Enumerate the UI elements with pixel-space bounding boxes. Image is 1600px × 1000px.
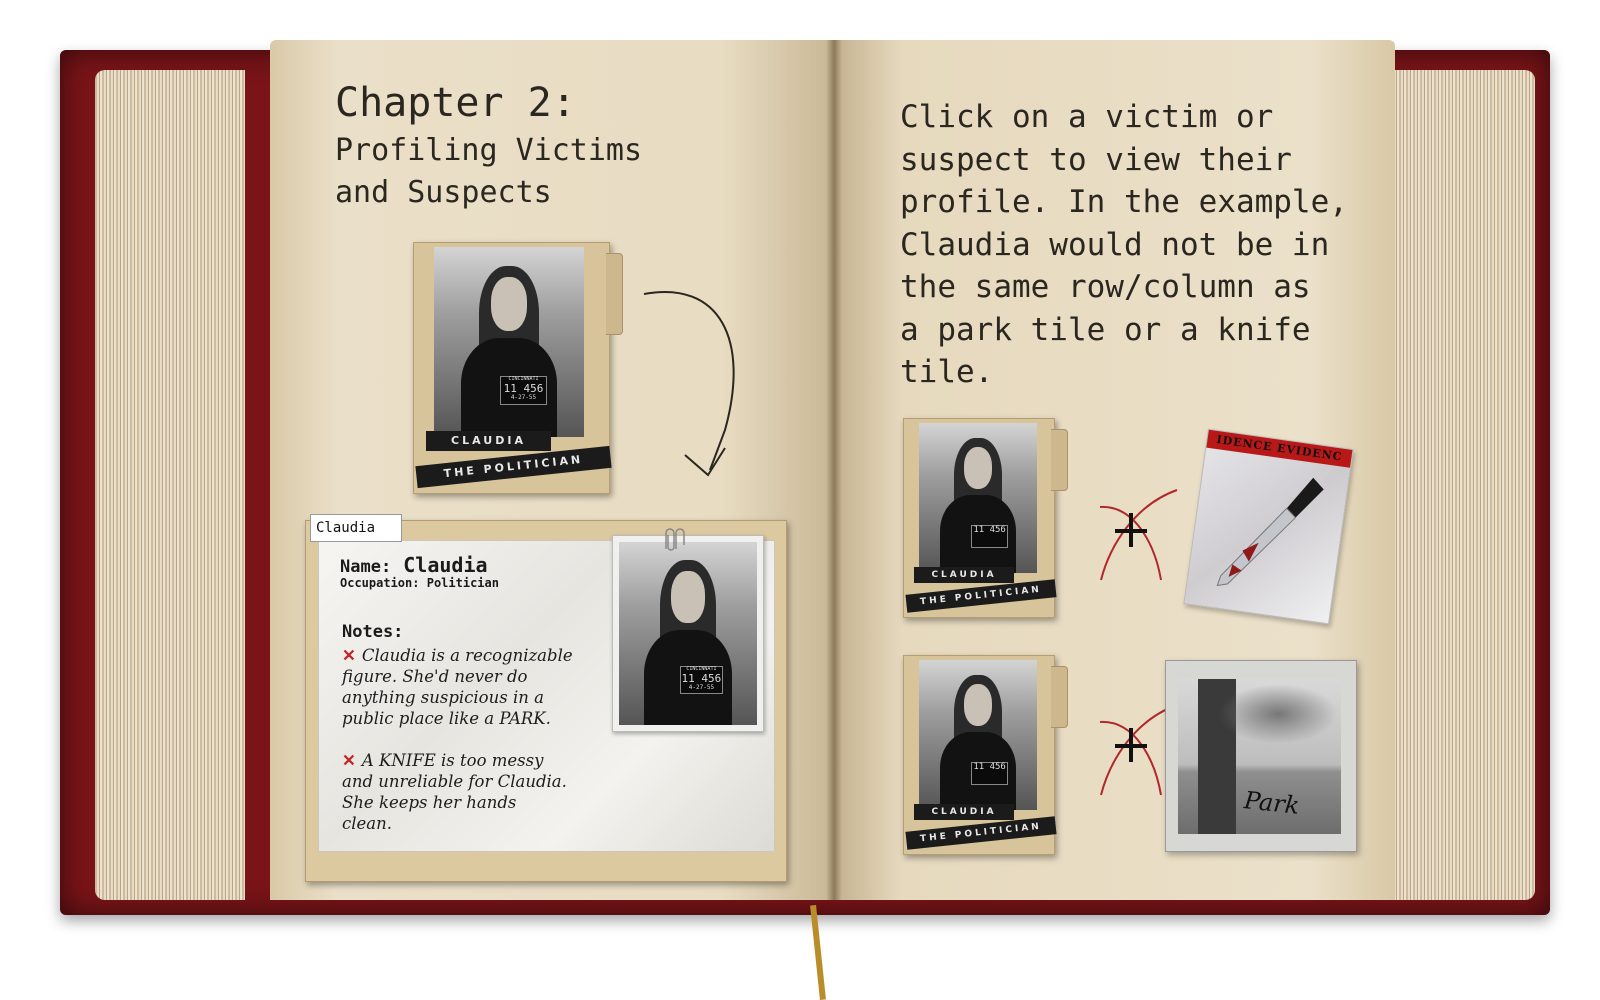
profile-occupation: Occupation: Politician: [340, 576, 499, 590]
example-suspect-card[interactable]: 11 456 CLAUDIA THE POLITICIAN: [903, 655, 1068, 855]
knife-icon: [1216, 477, 1324, 587]
mugshot-sign: 11 456: [970, 525, 1009, 548]
bookmark-ribbon: [810, 904, 826, 1000]
suspect-card-claudia[interactable]: CINCINNATI 11 456 4-27-55 CLAUDIA THE PO…: [413, 242, 623, 494]
suspect-name-label: CLAUDIA: [914, 804, 1014, 820]
suspect-photo: 11 456: [919, 660, 1037, 810]
profile-occupation-value: Politician: [426, 576, 499, 590]
folder-tab: [1051, 666, 1068, 728]
profile-notes-label: Notes:: [342, 622, 404, 642]
profile-name: Name: Claudia: [340, 553, 488, 577]
profile-note-2: ✕ A KNIFE is too messy and unreliable for…: [342, 751, 567, 833]
curved-arrow-icon: [643, 291, 735, 477]
suspect-name-label: CLAUDIA: [426, 431, 551, 451]
profile-occupation-label: Occupation:: [340, 576, 420, 590]
profile-note-1: ✕ Claudia is a recognizable figure. She'd…: [342, 646, 573, 728]
suspect-photo: CINCINNATI 11 456 4-27-55: [434, 247, 584, 437]
folder-tab: [1051, 429, 1068, 491]
cross-icon: ✕: [342, 751, 356, 770]
not-same-line-icon: [1099, 489, 1178, 581]
instructions-text: Click on a victim or suspect to view the…: [900, 99, 1348, 390]
evidence-knife-tile[interactable]: IDENCE EVIDENC: [1183, 428, 1354, 625]
evidence-park-tile[interactable]: Park: [1165, 660, 1357, 852]
mugshot-sign: 11 456: [970, 762, 1009, 785]
chapter-title: Chapter 2:: [335, 80, 576, 126]
suspect-name-label: CLAUDIA: [914, 567, 1014, 583]
example-suspect-card[interactable]: 11 456 CLAUDIA THE POLITICIAN: [903, 418, 1068, 618]
chapter-subtitle: Profiling Victims and Suspects: [335, 130, 695, 214]
folder-tab: [606, 253, 623, 335]
mugshot-sign: CINCINNATI 11 456 4-27-55: [500, 376, 547, 405]
profile-tab: Claudia: [310, 514, 402, 542]
left-page-edges: [95, 70, 245, 900]
book-gutter: [826, 40, 842, 900]
right-page-edges: [1385, 70, 1535, 900]
suspect-role-label: THE POLITICIAN: [905, 816, 1057, 850]
mugshot-sign: CINCINNATI 11 456 4-27-55: [679, 666, 724, 695]
suspect-role-label: THE POLITICIAN: [905, 579, 1057, 613]
profile-photo: CINCINNATI 11 456 4-27-55: [619, 542, 757, 725]
cross-icon: ✕: [342, 646, 356, 665]
profile-name-label: Name:: [340, 557, 392, 577]
chapter-subtitle-line: and Suspects: [335, 175, 552, 210]
profile-name-value: Claudia: [403, 553, 488, 577]
suspect-photo: 11 456: [919, 423, 1037, 573]
paperclip-icon: [665, 528, 685, 551]
profile-photo-frame: CINCINNATI 11 456 4-27-55: [612, 535, 764, 732]
park-caption: Park: [1242, 786, 1301, 820]
chapter-subtitle-line: Profiling Victims: [335, 133, 643, 168]
suspect-role-label: THE POLITICIAN: [415, 445, 612, 489]
